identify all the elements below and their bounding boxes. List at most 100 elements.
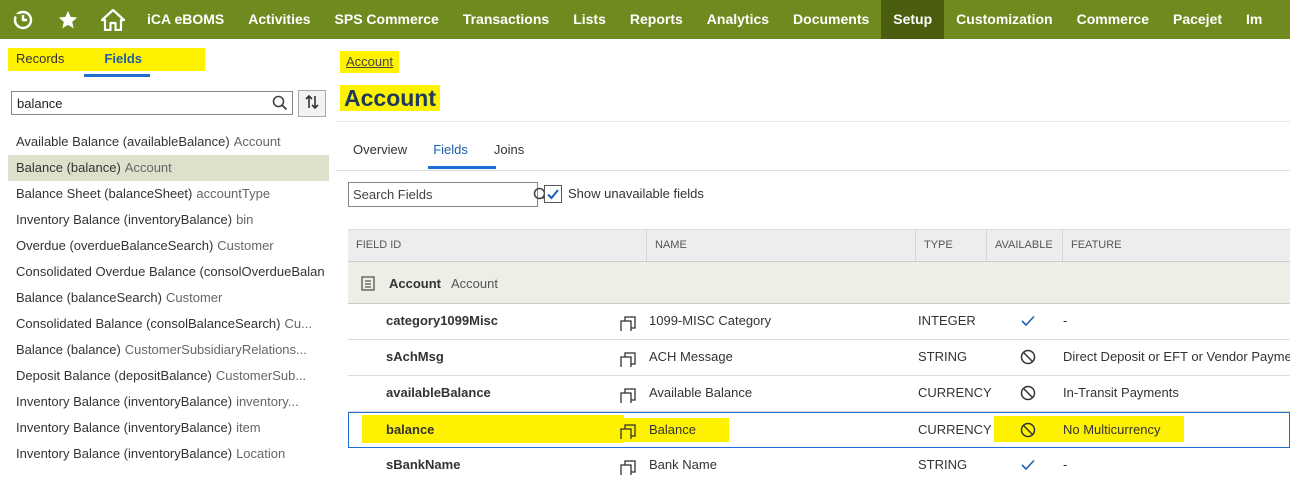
field-type: INTEGER bbox=[918, 313, 976, 328]
col-type[interactable]: TYPE bbox=[916, 230, 987, 261]
check-icon bbox=[1013, 448, 1043, 482]
group-name: Account bbox=[389, 276, 441, 291]
nav-item-lists[interactable]: Lists bbox=[561, 0, 618, 39]
field-id: category1099Misc bbox=[386, 313, 499, 328]
record-group-row: Account Account bbox=[348, 262, 1290, 304]
list-item[interactable]: Consolidated Balance (consolBalanceSearc… bbox=[8, 311, 329, 337]
nav-item-activities[interactable]: Activities bbox=[236, 0, 322, 39]
table-row[interactable]: sBankName Bank Name STRING - bbox=[348, 448, 1290, 484]
tabs-divider bbox=[336, 170, 1290, 171]
col-name[interactable]: NAME bbox=[647, 230, 916, 261]
group-sub: Account bbox=[451, 276, 498, 291]
list-item[interactable]: Inventory Balance (inventoryBalance) item bbox=[8, 415, 329, 441]
field-name: Bank Name bbox=[649, 457, 717, 472]
list-item[interactable]: Balance (balance) CustomerSubsidiaryRelat… bbox=[8, 337, 329, 363]
nav-item-reports[interactable]: Reports bbox=[618, 0, 695, 39]
field-id: sAchMsg bbox=[386, 349, 444, 364]
main-panel: Account Account Overview Fields Joins Sh… bbox=[336, 39, 1290, 475]
record-icon bbox=[361, 276, 375, 294]
left-search-input[interactable] bbox=[12, 95, 268, 111]
tab-joins[interactable]: Joins bbox=[481, 139, 537, 167]
tab-overview[interactable]: Overview bbox=[340, 139, 420, 167]
show-unavailable-checkbox[interactable] bbox=[544, 185, 562, 203]
home-icon[interactable] bbox=[90, 0, 135, 39]
copy-icon[interactable] bbox=[619, 457, 637, 475]
left-tab-underline bbox=[84, 74, 150, 77]
list-item-selected[interactable]: Balance (balance) Account bbox=[8, 155, 329, 181]
check-icon bbox=[547, 189, 559, 200]
nav-item-pacejet[interactable]: Pacejet bbox=[1161, 0, 1234, 39]
table-row-selected[interactable]: balance Balance CURRENCY No Multicurrenc… bbox=[348, 412, 1290, 448]
field-id: sBankName bbox=[386, 457, 461, 472]
field-type: STRING bbox=[918, 349, 968, 364]
show-unavailable-label: Show unavailable fields bbox=[568, 186, 704, 201]
field-id: balance bbox=[386, 422, 435, 437]
tab-fields[interactable]: Fields bbox=[96, 48, 150, 71]
record-tabs: Overview Fields Joins bbox=[340, 139, 537, 167]
col-feature[interactable]: FEATURE bbox=[1063, 230, 1290, 261]
copy-icon[interactable] bbox=[619, 313, 637, 331]
title-divider bbox=[336, 121, 1290, 122]
left-result-list: Available Balance (availableBalance) Acco… bbox=[8, 129, 329, 467]
field-feature: In-Transit Payments bbox=[1063, 385, 1179, 400]
star-icon[interactable] bbox=[45, 0, 90, 39]
breadcrumb[interactable]: Account bbox=[340, 51, 399, 73]
nav-item-transactions[interactable]: Transactions bbox=[451, 0, 561, 39]
page-title: Account bbox=[340, 85, 440, 111]
no-icon bbox=[1013, 413, 1043, 447]
field-name: Balance bbox=[649, 422, 696, 437]
no-icon bbox=[1013, 376, 1043, 410]
field-feature: Direct Deposit or EFT or Vendor Payme bbox=[1063, 349, 1290, 364]
copy-icon[interactable] bbox=[619, 349, 637, 367]
list-item[interactable]: Overdue (overdueBalanceSearch) Customer bbox=[8, 233, 329, 259]
list-item[interactable]: Available Balance (availableBalance) Acco… bbox=[8, 129, 329, 155]
list-item[interactable]: Deposit Balance (depositBalance) Customer… bbox=[8, 363, 329, 389]
tab-records[interactable]: Records bbox=[8, 48, 72, 71]
col-available[interactable]: AVAILABLE bbox=[987, 230, 1063, 261]
nav-item-im[interactable]: Im bbox=[1234, 0, 1274, 39]
list-item[interactable]: Balance (balanceSearch) Customer bbox=[8, 285, 329, 311]
table-header: FIELD ID NAME TYPE AVAILABLE FEATURE bbox=[348, 229, 1290, 262]
top-nav: iCA eBOMS Activities SPS Commerce Transa… bbox=[0, 0, 1290, 39]
table-row[interactable]: availableBalance Available Balance CURRE… bbox=[348, 376, 1290, 412]
no-icon bbox=[1013, 340, 1043, 374]
nav-item-analytics[interactable]: Analytics bbox=[695, 0, 781, 39]
field-name: ACH Message bbox=[649, 349, 733, 364]
field-feature: - bbox=[1063, 457, 1068, 472]
left-search-box bbox=[11, 91, 293, 115]
field-name: 1099-MISC Category bbox=[649, 313, 772, 328]
sort-button[interactable] bbox=[298, 90, 326, 117]
check-icon bbox=[1013, 304, 1043, 338]
list-item[interactable]: Inventory Balance (inventoryBalance) inve… bbox=[8, 389, 329, 415]
recent-icon[interactable] bbox=[0, 0, 45, 39]
list-item[interactable]: Balance Sheet (balanceSheet) accountType bbox=[8, 181, 329, 207]
table-row[interactable]: category1099Misc 1099-MISC Category INTE… bbox=[348, 304, 1290, 340]
field-type: CURRENCY bbox=[918, 385, 992, 400]
field-feature: - bbox=[1063, 313, 1068, 328]
list-item[interactable]: Inventory Balance (inventoryBalance) Loca… bbox=[8, 441, 329, 467]
field-id: availableBalance bbox=[386, 385, 491, 400]
field-name: Available Balance bbox=[649, 385, 753, 400]
field-search-input[interactable] bbox=[349, 187, 533, 202]
copy-icon[interactable] bbox=[619, 421, 637, 439]
list-item[interactable]: Consolidated Overdue Balance (consolOver… bbox=[8, 259, 329, 285]
field-type: CURRENCY bbox=[918, 422, 992, 437]
table-row[interactable]: sAchMsg ACH Message STRING Direct Deposi… bbox=[348, 340, 1290, 376]
nav-item-customization[interactable]: Customization bbox=[944, 0, 1064, 39]
list-item[interactable]: Inventory Balance (inventoryBalance) bin bbox=[8, 207, 329, 233]
search-icon[interactable] bbox=[268, 95, 292, 111]
nav-item-commerce[interactable]: Commerce bbox=[1065, 0, 1161, 39]
nav-item-ica-eboms[interactable]: iCA eBOMS bbox=[135, 0, 236, 39]
left-tabs: Records Fields bbox=[8, 48, 205, 71]
col-field-id[interactable]: FIELD ID bbox=[348, 230, 647, 261]
nav-item-sps-commerce[interactable]: SPS Commerce bbox=[323, 0, 451, 39]
nav-item-documents[interactable]: Documents bbox=[781, 0, 881, 39]
tab-fields[interactable]: Fields bbox=[420, 139, 481, 167]
tab-underline bbox=[428, 166, 496, 169]
field-feature: No Multicurrency bbox=[1063, 422, 1161, 437]
field-search-box bbox=[348, 182, 549, 207]
nav-item-setup[interactable]: Setup bbox=[881, 0, 945, 39]
field-type: STRING bbox=[918, 457, 968, 472]
copy-icon[interactable] bbox=[619, 385, 637, 403]
sort-icon bbox=[304, 94, 320, 113]
